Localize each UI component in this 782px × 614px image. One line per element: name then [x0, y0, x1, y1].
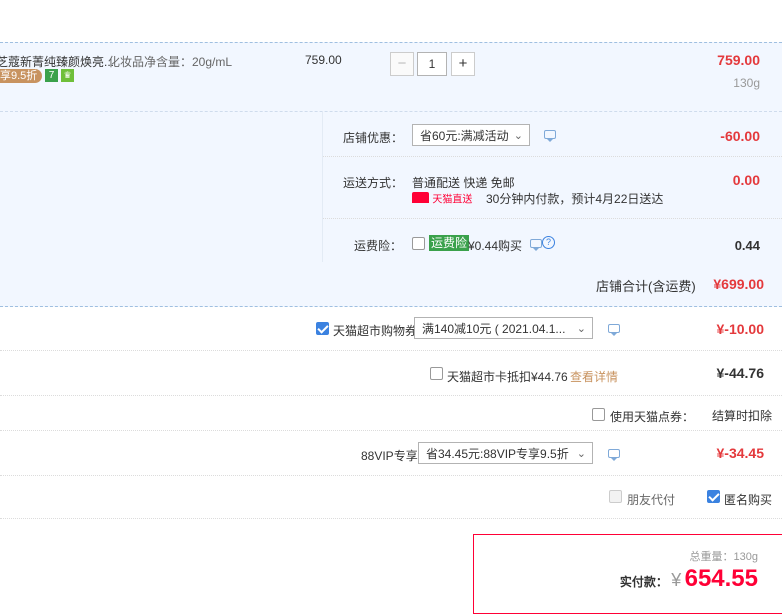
payment-summary: 总重量：130g 实付款： ¥ 654.55 [473, 534, 782, 614]
shipping-amount: 0.00 [732, 172, 760, 188]
divider [0, 395, 782, 396]
shop-subtotal-label: 店铺合计(含运费) [596, 279, 696, 294]
total-weight-label: 总重量： [689, 551, 734, 563]
shipping-method: 普通配送 快递 免邮 [412, 176, 515, 190]
view-details-link[interactable]: 查看详情 [570, 368, 618, 385]
divider [0, 518, 782, 519]
help-icon[interactable]: ? [542, 236, 555, 249]
actual-payment: 实付款： ¥ 654.55 [620, 565, 758, 593]
divider [0, 350, 782, 351]
supermarket-coupon-select[interactable]: 满140减10元 ( 2021.04.1... ⌄ [414, 317, 593, 339]
shop-options-divider [322, 112, 323, 262]
vip-value: 省34.45元:88VIP专享9.5折 [426, 447, 569, 461]
divider [323, 156, 782, 157]
currency-symbol: ¥ [671, 570, 682, 590]
shop-discount-value: 省60元:满减活动 [420, 129, 509, 143]
discount-badge: 享9.5折 [0, 69, 43, 83]
shop-discount-label: 店铺优惠： [343, 131, 404, 145]
supermarket-coupon-amount: ¥-10.00 [716, 321, 764, 337]
divider [0, 430, 782, 431]
quantity-input[interactable]: 1 [417, 52, 447, 76]
supermarket-coupon-value: 满140减10元 ( 2021.04.1... [422, 322, 566, 336]
tmall-direct-badge: 天猫直送 [412, 190, 473, 206]
unit-price: 759.00 [305, 53, 342, 67]
shop-subtotal-value: ¥699.00 [713, 276, 764, 292]
chevron-down-icon: ⌄ [576, 323, 586, 335]
insurance-price: ¥0.44购买 [468, 239, 523, 253]
insurance-amount: 0.44 [734, 238, 760, 253]
anonymous-label: 匿名购买 [724, 493, 773, 507]
crown-tag-icon: ♛ [61, 69, 74, 82]
points-label: 使用天猫点券： [610, 410, 695, 424]
total-weight-value: 130g [733, 551, 758, 563]
friend-pay-checkbox[interactable] [609, 490, 622, 503]
total-weight: 总重量：130g [690, 548, 758, 564]
increase-button[interactable]: + [451, 52, 475, 76]
chevron-down-icon: ⌄ [513, 130, 523, 142]
anonymous-checkbox[interactable] [707, 490, 720, 503]
actual-payment-value: 654.55 [684, 565, 758, 592]
supermarket-coupon-checkbox[interactable] [316, 322, 329, 335]
insurance-label: 运费险： [354, 239, 403, 253]
divider [323, 218, 782, 219]
message-icon[interactable] [544, 130, 556, 142]
shipping-note: 30分钟内付款，预计4月22日送达 [486, 192, 664, 206]
tmall-cat-icon [412, 192, 429, 204]
supermarket-card-label: 天猫超市卡抵扣¥44.76 [447, 370, 568, 384]
insurance-badge: 运费险 [429, 235, 470, 251]
friend-pay-label: 朋友代付 [627, 493, 676, 507]
insurance-checkbox[interactable] [412, 237, 425, 250]
shop-discount-select[interactable]: 省60元:满减活动 ⌄ [412, 124, 530, 146]
points-note: 结算时扣除 [712, 409, 773, 423]
actual-payment-label: 实付款： [619, 575, 668, 589]
supermarket-coupon-label: 天猫超市购物券 [333, 324, 418, 338]
decrease-button[interactable]: − [390, 52, 414, 76]
vip-amount: ¥-34.45 [716, 445, 764, 461]
item-weight: 130g [733, 76, 760, 90]
chevron-down-icon: ⌄ [576, 448, 586, 460]
tmall-direct-label: 天猫直送 [432, 194, 473, 206]
shipping-label: 运送方式： [343, 176, 404, 190]
vip-select[interactable]: 省34.45元:88VIP专享9.5折 ⌄ [418, 442, 593, 464]
message-icon[interactable] [608, 449, 620, 461]
supermarket-card-checkbox[interactable] [430, 367, 443, 380]
item-spec: 化妆品净含量：20g/mL [108, 55, 233, 69]
supermarket-card-amount: ¥-44.76 [716, 365, 764, 381]
divider [0, 475, 782, 476]
shop-discount-amount: -60.00 [720, 128, 760, 144]
item-title[interactable]: 芝蔻新菁纯臻颜焕亮... [0, 53, 114, 70]
quantity-stepper: − 1 + [390, 52, 476, 76]
green-tag-icon: 7 [45, 69, 58, 82]
message-icon[interactable] [608, 324, 620, 336]
vip-label: 88VIP专享 [361, 449, 418, 463]
item-total: 759.00 [717, 52, 760, 68]
message-icon[interactable] [530, 239, 542, 251]
points-checkbox[interactable] [592, 408, 605, 421]
